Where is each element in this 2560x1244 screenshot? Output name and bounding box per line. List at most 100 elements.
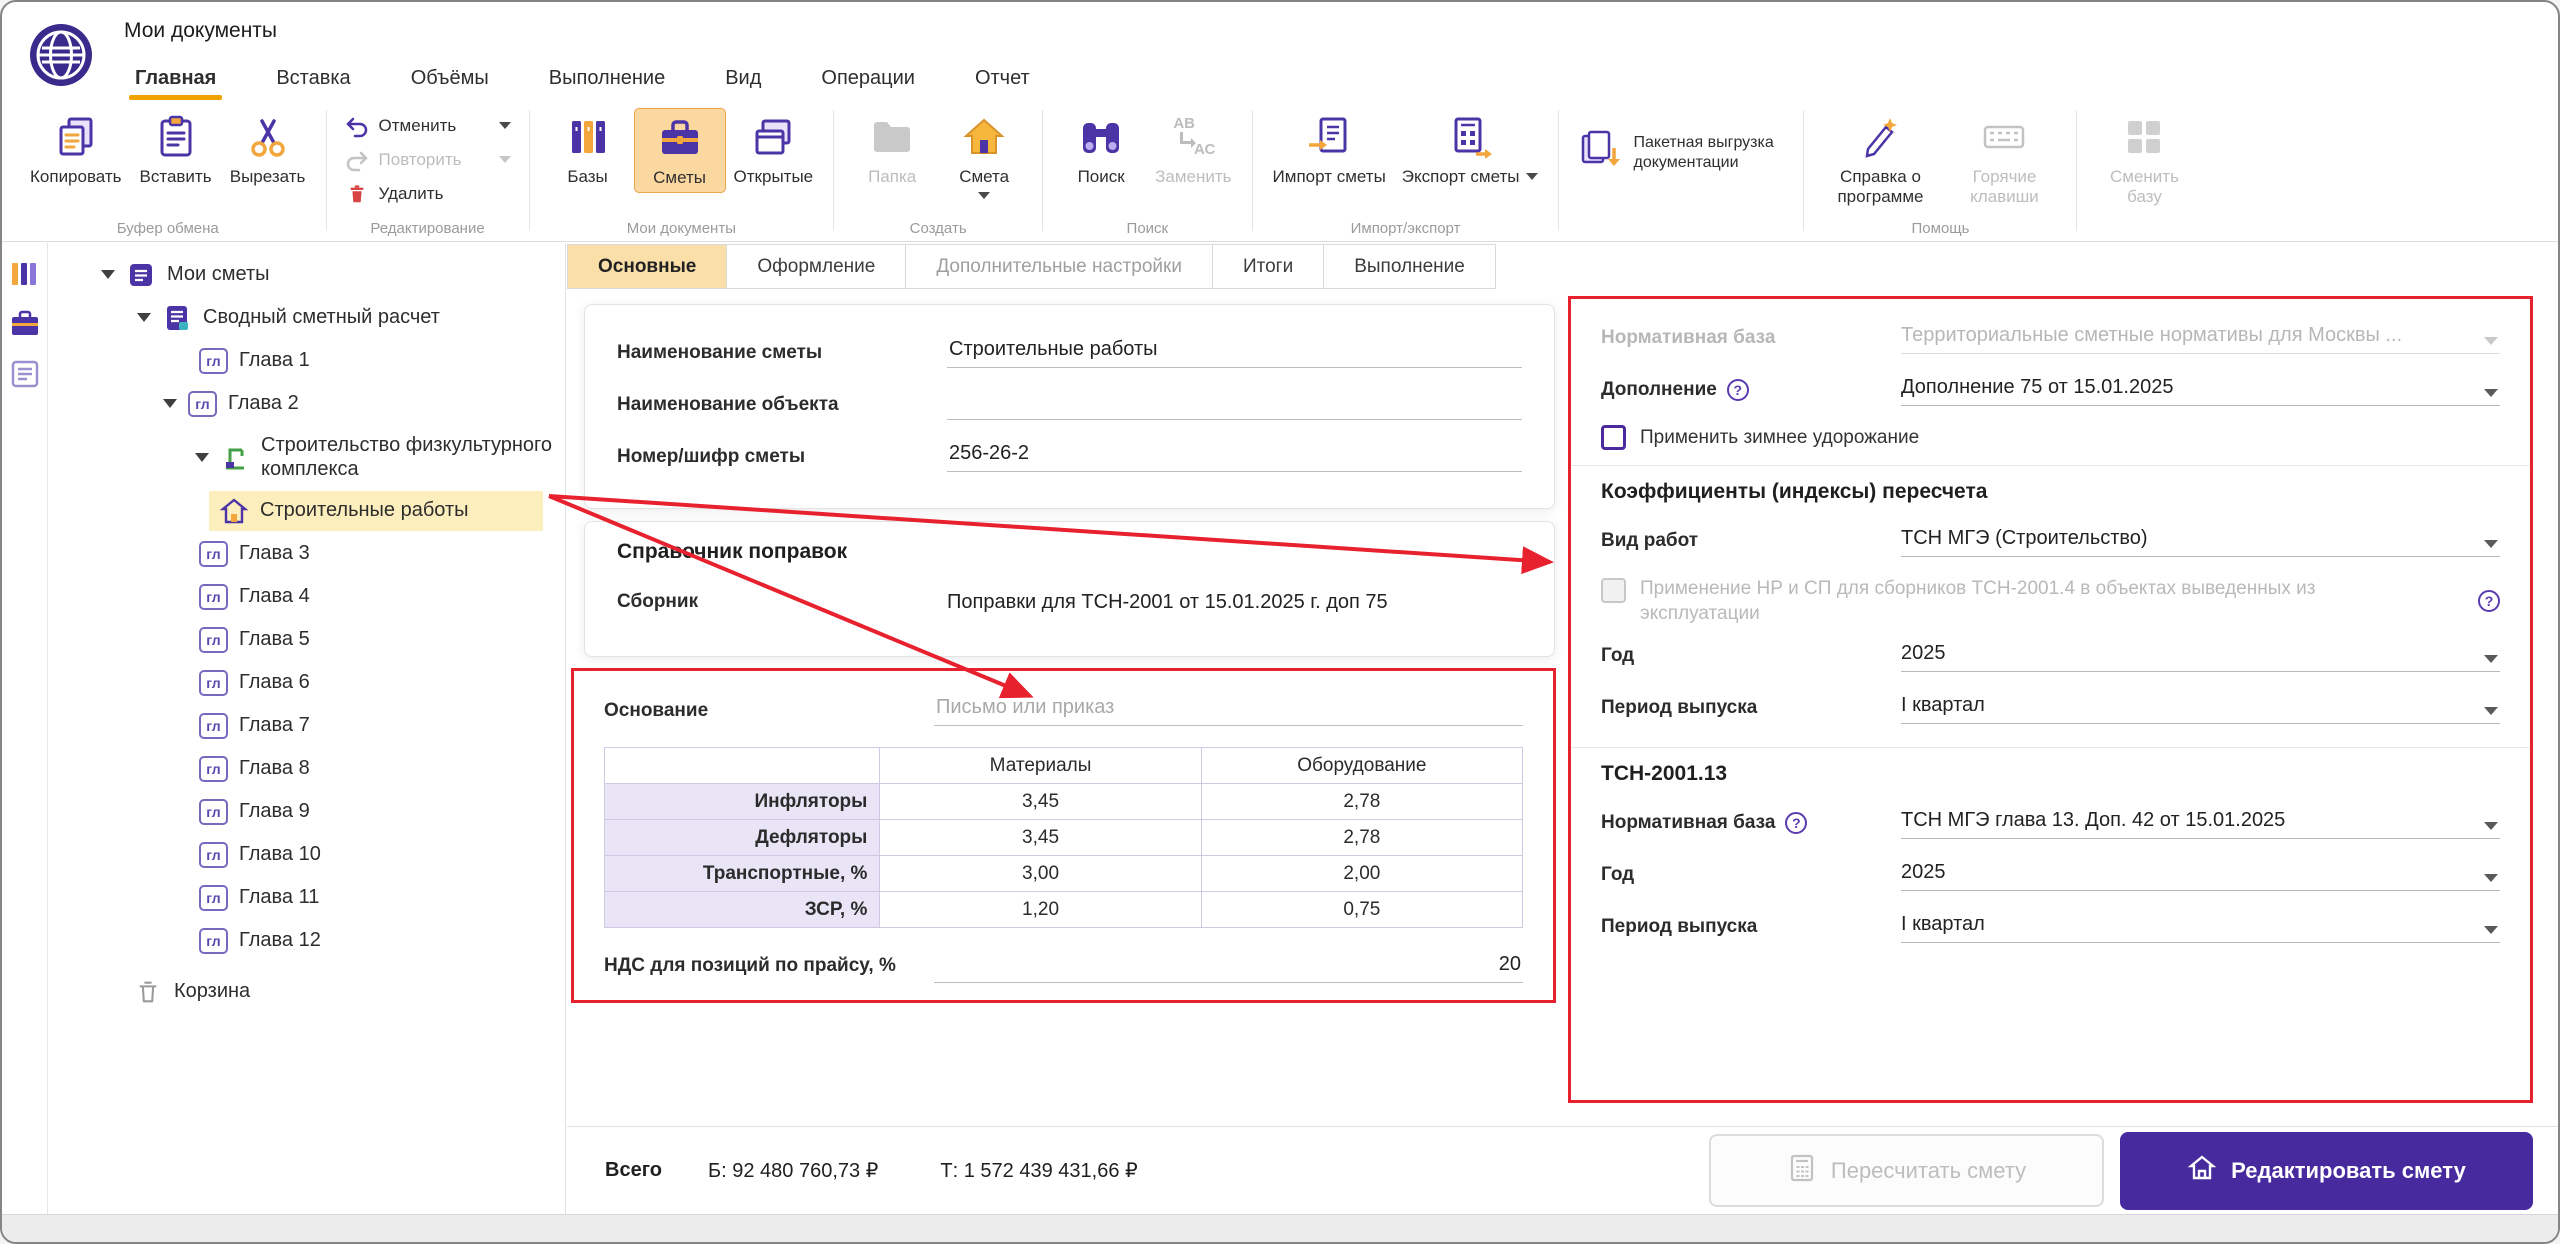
estimates-tree: Мои сметы Сводный сметный расчет гл Глав…: [49, 243, 566, 1214]
cell-value[interactable]: 3,00: [880, 856, 1201, 892]
search-button[interactable]: Поиск: [1055, 108, 1147, 191]
estimate-number-input[interactable]: [947, 442, 1522, 472]
ribbon-tab-main[interactable]: Главная: [133, 63, 218, 100]
year-select[interactable]: 2025: [1901, 640, 2500, 672]
tree-item-trash[interactable]: Корзина: [49, 970, 565, 1013]
tree-item-chapter[interactable]: гл Глава 11: [49, 876, 565, 919]
col-equipment: Оборудование: [1201, 748, 1522, 784]
tab-totals[interactable]: Итоги: [1213, 244, 1324, 289]
tab-main-settings[interactable]: Основные: [567, 244, 727, 289]
tree-item-summary-calc[interactable]: Сводный сметный расчет: [49, 296, 565, 339]
tree-item-object[interactable]: Строительство физкультурного комплекса: [49, 425, 565, 489]
tsn13-base-select[interactable]: ТСН МГЭ глава 13. Доп. 42 от 15.01.2025: [1901, 807, 2500, 839]
building-icon: [219, 496, 249, 526]
vat-input[interactable]: 20: [934, 949, 1523, 983]
cell-value[interactable]: 0,75: [1201, 892, 1522, 928]
ribbon-tab-view[interactable]: Вид: [723, 63, 763, 100]
database-grid-icon: [2119, 112, 2169, 162]
tsn13-year-select[interactable]: 2025: [1901, 859, 2500, 891]
cell-value[interactable]: 3,45: [880, 784, 1201, 820]
tree-item-estimate-selected[interactable]: Строительные работы: [49, 489, 565, 532]
cell-value[interactable]: 2,78: [1201, 784, 1522, 820]
estimate-name-input[interactable]: [947, 338, 1522, 368]
winter-costs-checkbox[interactable]: [1601, 425, 1626, 450]
ribbon-tab-insert[interactable]: Вставка: [274, 63, 352, 100]
estimate-settings-panel: Основные Оформление Дополнительные настр…: [567, 243, 2558, 1125]
tree-item-chapter[interactable]: гл Глава 8: [49, 747, 565, 790]
panel-open-list-icon[interactable]: [8, 357, 42, 391]
tree-item-chapter[interactable]: гл Глава 3: [49, 532, 565, 575]
opened-button[interactable]: Открытые: [726, 108, 822, 191]
ribbon-tab-execution[interactable]: Выполнение: [547, 63, 667, 100]
tree-item-chapter[interactable]: гл Глава 5: [49, 618, 565, 661]
collapse-arrow-icon[interactable]: [137, 313, 151, 322]
panel-bases-icon[interactable]: [8, 257, 42, 291]
tree-item-chapter[interactable]: гл Глава 6: [49, 661, 565, 704]
cut-button[interactable]: Вырезать: [222, 108, 314, 191]
tab-appearance[interactable]: Оформление: [727, 244, 906, 289]
tree-item-chapter[interactable]: гл Глава 4: [49, 575, 565, 618]
estimates-button[interactable]: Сметы: [634, 108, 726, 193]
group-label-create: Создать: [834, 220, 1042, 237]
nr-sp-checkbox: [1601, 578, 1626, 603]
cell-value[interactable]: 2,00: [1201, 856, 1522, 892]
ribbon-tab-volumes[interactable]: Объёмы: [409, 63, 491, 100]
tree-item-chapter[interactable]: гл Глава 12: [49, 919, 565, 962]
batch-upload-button[interactable]: Пакетная выгрузка документации: [1571, 108, 1791, 197]
chapter-badge-icon: гл: [199, 842, 228, 868]
basis-input[interactable]: [934, 696, 1523, 726]
work-type-select[interactable]: ТСН МГЭ (Строительство): [1901, 525, 2500, 557]
copy-button[interactable]: Копировать: [22, 108, 130, 191]
ribbon-tab-operations[interactable]: Операции: [819, 63, 917, 100]
chevron-down-icon[interactable]: [978, 192, 990, 199]
collapse-arrow-icon[interactable]: [195, 453, 209, 462]
tree-item-chapter[interactable]: гл Глава 7: [49, 704, 565, 747]
edit-estimate-button[interactable]: Редактировать смету: [2120, 1132, 2533, 1210]
create-estimate-button[interactable]: Смета: [938, 108, 1030, 203]
tree-item-chapter[interactable]: гл Глава 1: [49, 339, 565, 382]
import-estimate-button[interactable]: Импорт сметы: [1265, 108, 1394, 191]
tree-item-chapter[interactable]: гл Глава 9: [49, 790, 565, 833]
cell-value[interactable]: 3,45: [880, 820, 1201, 856]
windows-icon: [748, 112, 798, 162]
hotkeys-button[interactable]: Горячие клавиши: [1944, 108, 2064, 210]
cell-value[interactable]: 2,78: [1201, 820, 1522, 856]
object-name-input[interactable]: [947, 390, 1522, 420]
replace-button[interactable]: АВ АС Заменить: [1147, 108, 1239, 191]
ribbon-tab-report[interactable]: Отчет: [973, 63, 1032, 100]
period-select[interactable]: I квартал: [1901, 692, 2500, 724]
tsn13-period-select[interactable]: I квартал: [1901, 911, 2500, 943]
collapse-arrow-icon[interactable]: [163, 399, 177, 408]
create-folder-button[interactable]: Папка: [846, 108, 938, 191]
help-icon[interactable]: ?: [1727, 379, 1749, 401]
cell-value[interactable]: 1,20: [880, 892, 1201, 928]
tree-item-chapter[interactable]: гл Глава 2: [49, 382, 565, 425]
tab-execution[interactable]: Выполнение: [1324, 244, 1496, 289]
change-base-button[interactable]: Сменить базу: [2089, 108, 2199, 210]
collapse-arrow-icon[interactable]: [101, 270, 115, 279]
addendum-select[interactable]: Дополнение 75 от 15.01.2025: [1901, 374, 2500, 406]
group-my-documents: Базы Сметы Открытые Мои документы: [530, 100, 834, 241]
tab-additional-settings[interactable]: Дополнительные настройки: [906, 244, 1213, 289]
about-button[interactable]: Справка о программе: [1816, 108, 1944, 210]
settings-tab-bar: Основные Оформление Дополнительные настр…: [567, 244, 1496, 289]
chevron-down-icon[interactable]: [1526, 173, 1538, 180]
redo-button[interactable]: Повторить: [339, 144, 517, 175]
panel-estimates-icon[interactable]: [8, 307, 42, 341]
help-icon[interactable]: ?: [2478, 590, 2500, 612]
help-icon[interactable]: ?: [1785, 812, 1807, 834]
total-label: Всего: [605, 1159, 662, 1182]
undo-button[interactable]: Отменить: [339, 110, 517, 141]
chevron-down-icon: [2484, 707, 2498, 715]
chevron-down-icon[interactable]: [499, 122, 511, 129]
export-estimate-button[interactable]: Экспорт сметы: [1394, 108, 1547, 191]
tree-item-chapter[interactable]: гл Глава 10: [49, 833, 565, 876]
paste-button[interactable]: Вставить: [130, 108, 222, 191]
group-create: Папка Смета Создать: [834, 100, 1042, 241]
group-label-import-export: Импорт/экспорт: [1253, 220, 1559, 237]
bases-button[interactable]: Базы: [542, 108, 634, 191]
recalculate-button[interactable]: Пересчитать смету: [1709, 1134, 2104, 1207]
delete-button[interactable]: Удалить: [339, 178, 517, 209]
chevron-down-icon[interactable]: [499, 156, 511, 163]
tree-item-my-estimates[interactable]: Мои сметы: [49, 253, 565, 296]
